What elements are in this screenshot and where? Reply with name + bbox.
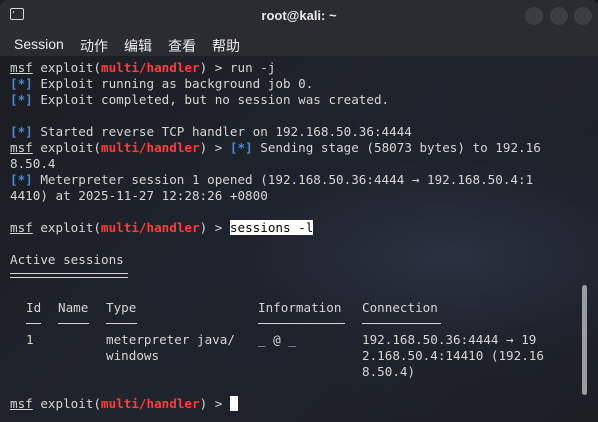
output-text: Exploit completed, but no session was cr… [32, 92, 390, 107]
command-text: run -j [229, 60, 276, 75]
heading-underline [10, 273, 128, 278]
window-title: root@kali: ~ [261, 8, 337, 23]
table-cell-id: 1 [26, 332, 34, 347]
text-cursor[interactable] [229, 396, 238, 411]
output-text: Meterpreter session 1 opened (192.168.50… [32, 172, 534, 187]
prompt-exploit: exploit( [32, 396, 101, 411]
prompt-msf: msf [10, 220, 33, 235]
output-line: [*] Started reverse TCP handler on 192.1… [10, 124, 412, 140]
table-cell-type: meterpreter java/ [106, 332, 235, 347]
column-header-type: Type [106, 300, 137, 315]
info-tag: [*] [229, 140, 253, 155]
menu-view[interactable]: 查看 [168, 36, 196, 56]
column-header-id: Id [26, 300, 42, 315]
output-text: Started reverse TCP handler on 192.168.5… [32, 124, 412, 139]
info-tag: [*] [10, 92, 33, 107]
prompt-close: ) > [199, 140, 230, 155]
output-text: 4410) at 2025-11-27 12:28:26 +0800 [10, 188, 268, 203]
prompt-line: msf exploit(multi/handler) > [*] Sending… [10, 140, 541, 156]
output-text: Sending stage (58073 bytes) to 192.16 [252, 140, 541, 155]
prompt-line: msf exploit(multi/handler) > run -j [10, 60, 275, 76]
prompt-close: ) > [199, 396, 230, 411]
prompt-msf: msf [10, 396, 33, 411]
output-text: 8.50.4 [10, 156, 56, 171]
close-button[interactable] [574, 7, 592, 25]
table-cell-connection-cont: 8.50.4) [362, 364, 416, 379]
prompt-module: multi/handler [101, 140, 200, 155]
menu-help[interactable]: 帮助 [212, 36, 240, 56]
menu-bar: Session 动作 编辑 查看 帮助 [0, 32, 598, 56]
prompt-close: ) > [199, 60, 230, 75]
info-tag: [*] [10, 124, 33, 139]
table-cell-connection-cont: 2.168.50.4:14410 (192.16 [362, 348, 544, 363]
output-line: [*] Exploit running as background job 0. [10, 76, 313, 92]
prompt-exploit: exploit( [32, 140, 101, 155]
terminal-output[interactable]: msf exploit(multi/handler) > run -j [*] … [0, 56, 598, 422]
menu-edit[interactable]: 编辑 [124, 36, 152, 56]
prompt-exploit: exploit( [32, 60, 101, 75]
prompt-msf: msf [10, 140, 33, 155]
output-line: [*] Exploit completed, but no session wa… [10, 92, 389, 108]
column-header-information: Information [258, 300, 342, 315]
table-cell-information: _ @ _ [258, 332, 296, 347]
header-underline [362, 323, 441, 324]
prompt-close: ) > [199, 220, 230, 235]
header-underline [26, 323, 41, 324]
header-underline [106, 323, 137, 324]
menu-action[interactable]: 动作 [80, 36, 108, 56]
output-line: 4410) at 2025-11-27 12:28:26 +0800 [10, 188, 268, 204]
output-line: 8.50.4 [10, 156, 56, 172]
column-header-connection: Connection [362, 300, 438, 315]
selected-command: sessions -l [229, 220, 314, 235]
table-cell-connection: 192.168.50.36:4444 → 19 [362, 332, 537, 347]
prompt-line: msf exploit(multi/handler) > sessions -l [10, 220, 314, 236]
table-cell-type-cont: windows [106, 348, 160, 363]
info-tag: [*] [10, 76, 33, 91]
prompt-module: multi/handler [101, 60, 200, 75]
header-underline [258, 323, 345, 324]
prompt-msf: msf [10, 60, 33, 75]
section-heading: Active sessions [10, 252, 124, 267]
maximize-button[interactable] [550, 7, 568, 25]
scrollbar-thumb[interactable] [582, 285, 587, 395]
prompt-module: multi/handler [101, 396, 200, 411]
prompt-exploit: exploit( [32, 220, 101, 235]
header-underline [58, 323, 89, 324]
column-header-name: Name [58, 300, 89, 315]
terminal-window: root@kali: ~ Session 动作 编辑 查看 帮助 msf exp… [0, 0, 598, 422]
title-bar: root@kali: ~ [0, 0, 598, 32]
menu-session[interactable]: Session [14, 36, 64, 52]
info-tag: [*] [10, 172, 33, 187]
prompt-line: msf exploit(multi/handler) > [10, 396, 238, 412]
minimize-button[interactable] [525, 7, 543, 25]
output-text: Exploit running as background job 0. [32, 76, 314, 91]
output-line: [*] Meterpreter session 1 opened (192.16… [10, 172, 533, 188]
prompt-module: multi/handler [101, 220, 200, 235]
